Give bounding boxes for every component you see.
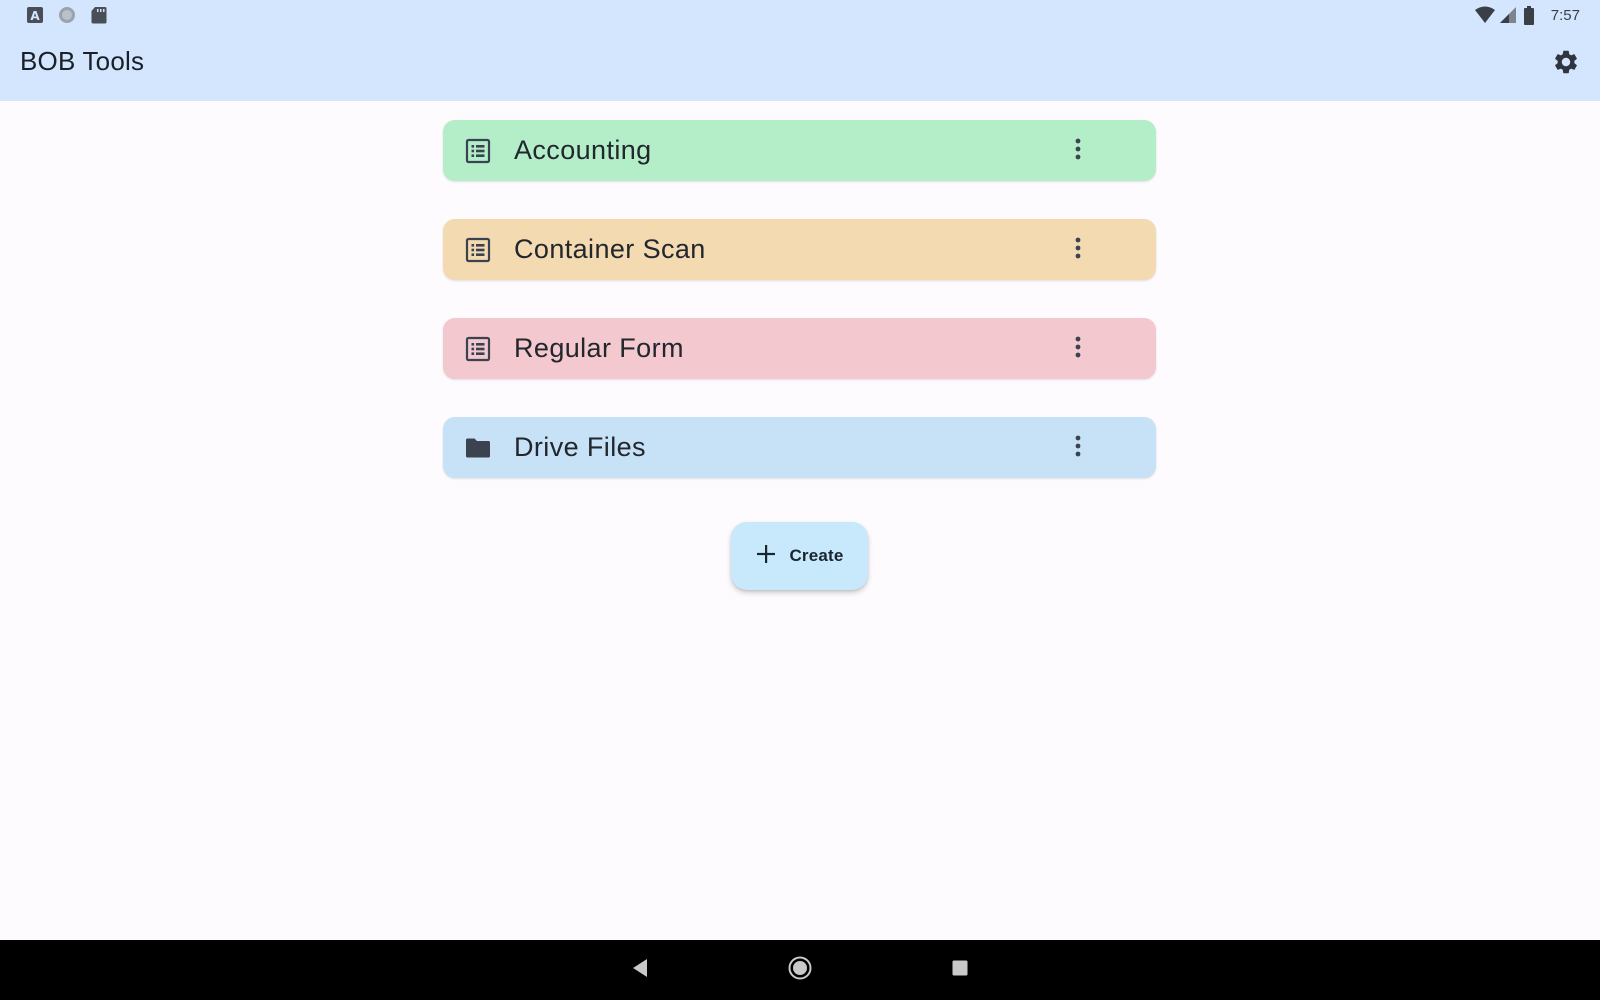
status-bar-right-icons: 7:57 — [1474, 4, 1580, 26]
screen: A 7:57 BOB Tools Accounting Container Sc… — [0, 0, 1600, 1000]
recents-button[interactable] — [948, 958, 972, 982]
card-accounting[interactable]: Accounting — [443, 120, 1156, 181]
card-drive-files[interactable]: Drive Files — [443, 417, 1156, 478]
more-options-button[interactable] — [1061, 233, 1095, 267]
header: A 7:57 BOB Tools — [0, 0, 1600, 101]
plus-icon — [755, 543, 777, 570]
more-options-button[interactable] — [1061, 431, 1095, 465]
home-icon — [788, 956, 812, 985]
more-vert-icon — [1075, 237, 1081, 264]
battery-icon — [1523, 6, 1541, 25]
list-icon — [465, 138, 491, 164]
circle-icon — [58, 6, 76, 24]
more-options-button[interactable] — [1061, 134, 1095, 168]
recents-icon — [951, 959, 969, 982]
back-button[interactable] — [628, 958, 652, 982]
sd-card-icon — [90, 6, 108, 24]
accessibility-a-icon: A — [26, 6, 44, 24]
folder-icon — [465, 435, 491, 461]
list-icon — [465, 237, 491, 263]
more-options-button[interactable] — [1061, 332, 1095, 366]
more-vert-icon — [1075, 435, 1081, 462]
status-bar: A 7:57 — [0, 0, 1600, 30]
home-button[interactable] — [788, 956, 812, 985]
settings-button[interactable] — [1548, 46, 1584, 82]
page-title: BOB Tools — [20, 46, 145, 76]
status-time: 7:57 — [1550, 6, 1580, 24]
more-vert-icon — [1075, 336, 1081, 363]
card-container-scan[interactable]: Container Scan — [443, 219, 1156, 280]
gear-icon — [1552, 48, 1580, 81]
cell-signal-icon — [1499, 6, 1517, 24]
svg-text:A: A — [30, 9, 40, 23]
back-icon — [631, 958, 649, 983]
list-icon — [465, 336, 491, 362]
card-label: Regular Form — [514, 333, 684, 363]
app-bar: BOB Tools — [0, 34, 1600, 98]
more-vert-icon — [1075, 138, 1081, 165]
status-bar-left-icons: A — [26, 6, 108, 24]
navigation-bar — [0, 940, 1600, 1000]
item-list: Accounting Container Scan Regular Form D… — [443, 120, 1156, 516]
create-button[interactable]: Create — [731, 522, 868, 590]
create-button-label: Create — [789, 546, 844, 565]
card-regular-form[interactable]: Regular Form — [443, 318, 1156, 379]
card-label: Drive Files — [514, 432, 646, 462]
card-label: Container Scan — [514, 234, 706, 264]
wifi-icon — [1474, 6, 1495, 24]
card-label: Accounting — [514, 135, 652, 165]
